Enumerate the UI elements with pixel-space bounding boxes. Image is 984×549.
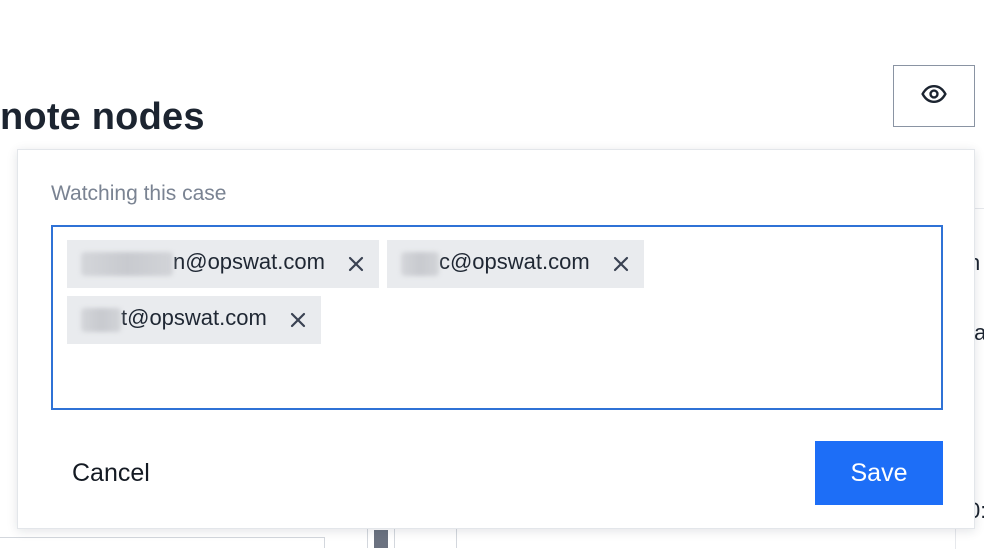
- background-divider: [0, 537, 325, 538]
- remove-watcher-button[interactable]: [610, 253, 632, 275]
- redacted-text: [81, 252, 173, 276]
- watcher-email: t@opswat.com: [121, 305, 267, 330]
- watcher-email: n@opswat.com: [173, 249, 325, 274]
- redacted-text: [81, 308, 121, 332]
- redacted-text: [400, 252, 439, 276]
- eye-icon: [921, 81, 947, 112]
- scrollbar-thumb[interactable]: [374, 530, 388, 548]
- remove-watcher-button[interactable]: [345, 253, 367, 275]
- close-icon: [290, 312, 305, 328]
- close-icon: [348, 256, 364, 272]
- watchers-popover: Watching this case n@opswat.com c@opswat…: [17, 149, 975, 529]
- save-button[interactable]: Save: [815, 441, 943, 505]
- watcher-chip: c@opswat.com: [386, 240, 644, 288]
- watcher-chip: t@opswat.com: [67, 296, 321, 344]
- watcher-chip-list: n@opswat.com c@opswat.com t@opswat.com: [67, 240, 827, 344]
- watch-toggle-button[interactable]: [893, 65, 975, 127]
- cancel-button[interactable]: Cancel: [57, 441, 165, 505]
- watcher-chip: n@opswat.com: [67, 240, 379, 288]
- watcher-email: c@opswat.com: [438, 249, 590, 274]
- remove-watcher-button[interactable]: [287, 309, 309, 331]
- watchers-input[interactable]: n@opswat.com c@opswat.com t@opswat.com: [51, 225, 943, 410]
- background-divider: [324, 537, 325, 548]
- page-title: note nodes: [0, 96, 205, 138]
- watchers-label: Watching this case: [51, 182, 227, 205]
- close-icon: [613, 256, 628, 272]
